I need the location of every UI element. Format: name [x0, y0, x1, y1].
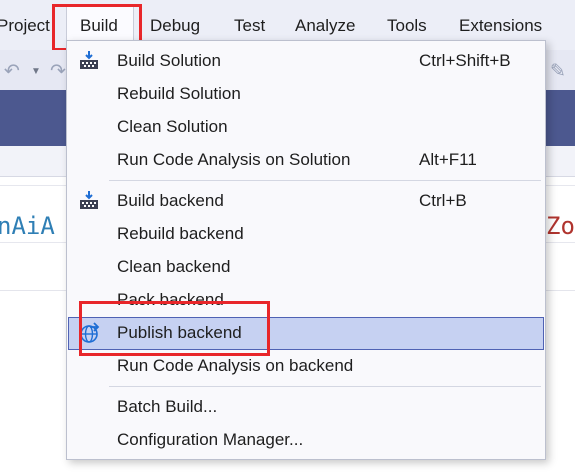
menu-item-build-backend[interactable]: Build backend Ctrl+B — [68, 185, 544, 218]
build-project-icon — [80, 191, 98, 209]
menu-test[interactable]: Test — [234, 14, 265, 38]
menu-item-clean-solution[interactable]: Clean Solution — [68, 111, 544, 144]
menu-item-label: Build Solution — [117, 51, 221, 70]
menu-item-run-code-analysis-backend[interactable]: Run Code Analysis on backend — [68, 350, 544, 383]
menu-item-shortcut: Ctrl+Shift+B — [419, 51, 511, 70]
menu-item-rebuild-solution[interactable]: Rebuild Solution — [68, 78, 544, 111]
menu-item-shortcut: Ctrl+B — [419, 191, 467, 210]
menu-project[interactable]: Project — [0, 14, 50, 38]
menu-item-run-code-analysis-solution[interactable]: Run Code Analysis on Solution Alt+F11 — [68, 144, 544, 177]
menu-item-label: Run Code Analysis on Solution — [117, 150, 351, 169]
undo-icon[interactable]: ↶ — [4, 60, 20, 83]
menu-item-label: Rebuild Solution — [117, 84, 241, 103]
build-menu-dropdown: Build Solution Ctrl+Shift+B Rebuild Solu… — [66, 40, 546, 460]
menu-item-label: Clean backend — [117, 257, 231, 276]
menu-item-label: Run Code Analysis on backend — [117, 356, 354, 375]
undo-dropdown-icon[interactable]: ▼ — [31, 66, 41, 77]
publish-globe-icon — [80, 322, 100, 343]
menu-item-build-solution[interactable]: Build Solution Ctrl+Shift+B — [68, 45, 544, 78]
menu-item-configuration-manager[interactable]: Configuration Manager... — [68, 424, 544, 457]
menu-item-batch-build[interactable]: Batch Build... — [68, 391, 544, 424]
menu-item-label: Publish backend — [117, 323, 242, 342]
menu-analyze[interactable]: Analyze — [295, 14, 355, 38]
menu-separator — [109, 386, 541, 387]
menu-item-label: Clean Solution — [117, 117, 228, 136]
menu-item-pack-backend[interactable]: Pack backend — [68, 284, 544, 317]
code-fragment-right: Zo — [546, 212, 575, 240]
menu-item-label: Pack backend — [117, 290, 224, 309]
menu-tools[interactable]: Tools — [387, 14, 427, 38]
menu-item-label: Rebuild backend — [117, 224, 244, 243]
menu-build[interactable]: Build — [80, 14, 118, 38]
menu-item-label: Build backend — [117, 191, 224, 210]
menu-item-rebuild-backend[interactable]: Rebuild backend — [68, 218, 544, 251]
menu-separator — [109, 180, 541, 181]
code-fragment-left: nAiA — [0, 212, 55, 240]
menu-debug[interactable]: Debug — [150, 14, 200, 38]
menu-item-label: Batch Build... — [117, 397, 218, 416]
build-solution-icon — [80, 51, 98, 69]
menu-item-label: Configuration Manager... — [117, 430, 304, 449]
menu-item-publish-backend[interactable]: Publish backend — [68, 317, 544, 350]
menu-extensions[interactable]: Extensions — [459, 14, 542, 38]
menu-item-clean-backend[interactable]: Clean backend — [68, 251, 544, 284]
toolbar-extension-icon[interactable]: ✎ — [550, 60, 566, 83]
redo-icon[interactable]: ↷ — [50, 60, 66, 83]
menu-item-shortcut: Alt+F11 — [419, 150, 477, 169]
